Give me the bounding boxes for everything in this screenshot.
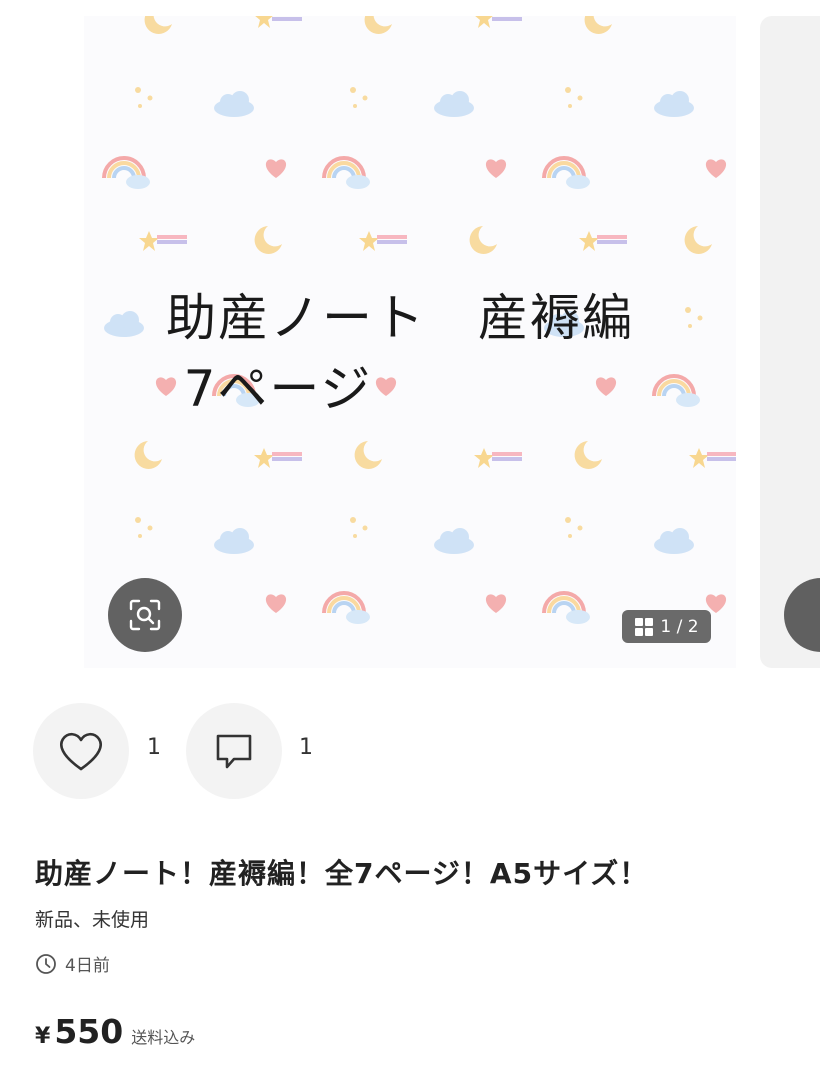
zoom-scan-icon (129, 599, 161, 631)
like-button[interactable] (33, 703, 129, 799)
heart-icon (60, 732, 102, 771)
clock-icon (36, 953, 56, 974)
grid-icon (635, 617, 654, 636)
currency-symbol: ¥ (35, 1024, 51, 1049)
item-title: 助産ノート！産褥編！全7ページ！A5サイズ！ (35, 857, 649, 890)
price: ¥ 550 送料込み (35, 1012, 195, 1051)
page-indicator-text: 1 / 2 (660, 616, 699, 637)
comment-button[interactable] (186, 703, 282, 799)
comment-icon (216, 734, 252, 769)
image-carousel[interactable]: 助産ノート 産褥編 7ページ 1 / 2 (0, 0, 820, 680)
image-text-line2: 7ページ (183, 360, 373, 418)
product-image[interactable]: 助産ノート 産褥編 7ページ (84, 16, 736, 668)
shipping-note: 送料込み (131, 1028, 196, 1047)
comment-count: 1 (299, 735, 313, 760)
next-image-preview[interactable] (760, 16, 820, 668)
zoom-button[interactable] (108, 578, 182, 652)
price-amount: 550 (54, 1012, 124, 1051)
image-text-line1: 助産ノート 産褥編 (166, 289, 634, 347)
item-condition: 新品、未使用 (35, 909, 150, 931)
page-indicator: 1 / 2 (622, 610, 711, 643)
like-count: 1 (147, 735, 161, 760)
posted-time-text: 4日前 (65, 956, 110, 976)
posted-time: 4日前 (35, 951, 110, 976)
